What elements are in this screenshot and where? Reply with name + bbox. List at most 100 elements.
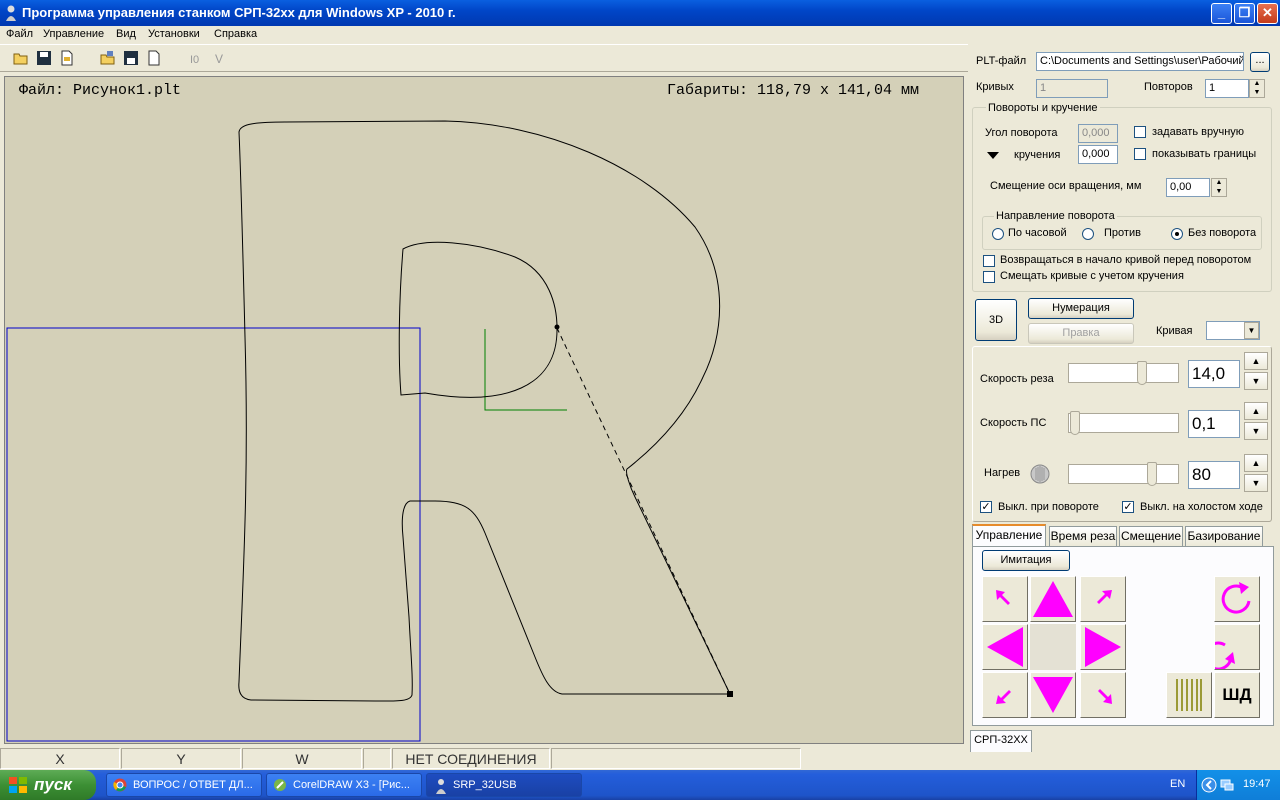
angle-field[interactable]: 0,000 — [1078, 124, 1118, 143]
minimize-button[interactable]: _ — [1211, 3, 1232, 24]
rotate-cw-icon — [1221, 582, 1251, 614]
off-rotate-checkbox[interactable]: ✓ — [980, 501, 992, 513]
cut-speed-spinner[interactable]: ▲ ▼ — [1244, 352, 1268, 390]
curves-label: Кривых — [976, 81, 1014, 93]
menu-settings[interactable]: Установки — [148, 28, 200, 40]
twist-field[interactable]: 0,000 — [1078, 145, 1118, 164]
tab-basing[interactable]: Базирование — [1185, 526, 1263, 546]
status-empty — [363, 748, 391, 769]
offset-spinner[interactable]: ▲ ▼ — [1211, 178, 1227, 197]
jog-down-button[interactable] — [1030, 672, 1076, 718]
task-chrome-label: ВОПРОС / ОТВЕТ ДЛ... — [133, 779, 253, 791]
bounds-checkbox[interactable] — [1134, 148, 1146, 160]
menu-view[interactable]: Вид — [116, 28, 136, 40]
numbering-button[interactable]: Нумерация — [1028, 298, 1134, 319]
network-icon[interactable] — [1219, 777, 1235, 793]
svg-text:V: V — [215, 52, 223, 66]
heat-value[interactable]: 80 — [1188, 461, 1240, 489]
rotate-cw-button[interactable] — [1214, 576, 1260, 622]
app-icon — [6, 5, 16, 21]
shift-curves-label: Смещать кривые с учетом кручения — [1000, 270, 1184, 282]
wire-heat-icon — [1176, 679, 1202, 711]
shift-curves-checkbox[interactable] — [983, 271, 995, 283]
tab-offset[interactable]: Смещение — [1119, 526, 1183, 546]
repeats-spinner[interactable]: ▲ ▼ — [1249, 79, 1265, 98]
heat-indicator-icon — [1030, 464, 1050, 484]
language-indicator[interactable]: EN — [1170, 778, 1185, 790]
status-x: X — [0, 748, 120, 769]
heat-thumb[interactable] — [1147, 462, 1158, 486]
dir-ccw-label: Против — [1104, 227, 1141, 239]
coreldraw-icon — [274, 779, 286, 791]
tab-srp32xx[interactable]: СРП-32XX — [970, 730, 1032, 752]
rotate-ccw-button[interactable] — [1203, 624, 1260, 671]
jog-right-button[interactable] — [1080, 624, 1126, 670]
jog-down-right-button[interactable] — [1080, 672, 1126, 718]
tab-cut-time[interactable]: Время реза — [1049, 526, 1117, 546]
open-multi-icon[interactable] — [99, 49, 117, 67]
triangle-down-icon[interactable] — [987, 152, 999, 160]
dir-none-radio[interactable] — [1171, 228, 1183, 240]
edit-button[interactable]: Правка — [1028, 323, 1134, 344]
imitation-button[interactable]: Имитация — [982, 550, 1070, 571]
close-button[interactable]: ✕ — [1257, 3, 1278, 24]
idle-path-dashed — [556, 327, 731, 695]
save-disk-icon[interactable] — [122, 49, 140, 67]
cut-speed-value[interactable]: 14,0 — [1188, 360, 1240, 388]
system-tray: 19:47 — [1196, 770, 1280, 800]
heat-spinner[interactable]: ▲ ▼ — [1244, 454, 1268, 492]
dir-cw-label: По часовой — [1008, 227, 1067, 239]
export-icon[interactable] — [58, 49, 76, 67]
start-button[interactable]: пуск — [0, 770, 96, 800]
dir-cw-radio[interactable] — [992, 228, 1004, 240]
svg-text:I0: I0 — [190, 54, 199, 66]
jog-up-button[interactable] — [1030, 576, 1076, 622]
maximize-button[interactable]: ❐ — [1234, 3, 1255, 24]
ps-speed-value[interactable]: 0,1 — [1188, 410, 1240, 438]
tray-expand-icon[interactable] — [1201, 777, 1217, 793]
dir-ccw-radio[interactable] — [1082, 228, 1094, 240]
title-bar[interactable]: Программа управления станком СРП-32хх дл… — [0, 0, 1280, 26]
offset-field[interactable]: 0,00 — [1166, 178, 1210, 197]
tab-control[interactable]: Управление — [972, 524, 1046, 546]
task-srp-label: SRP_32USB — [453, 779, 517, 791]
drawing-canvas[interactable]: Файл: Рисунок1.plt Габариты: 118,79 x 14… — [4, 76, 964, 744]
arrow-down-left-icon — [996, 690, 1011, 704]
cut-speed-slider[interactable] — [1068, 361, 1179, 385]
manual-checkbox[interactable] — [1134, 126, 1146, 138]
jog-down-left-button[interactable] — [982, 672, 1028, 718]
open-folder-icon[interactable] — [12, 49, 30, 67]
browse-button[interactable]: ... — [1250, 52, 1270, 72]
stepper-button[interactable]: ШД — [1214, 672, 1260, 718]
ps-speed-spinner[interactable]: ▲ ▼ — [1244, 402, 1268, 440]
save-icon[interactable] — [35, 49, 53, 67]
clock: 19:47 — [1243, 778, 1271, 790]
angle-label: Угол поворота — [985, 127, 1058, 139]
chevron-down-icon[interactable]: ▼ — [1244, 322, 1259, 339]
start-point-marker — [554, 324, 560, 330]
menu-file[interactable]: Файл — [6, 28, 33, 40]
off-idle-checkbox[interactable]: ✓ — [1122, 501, 1134, 513]
new-file-icon[interactable] — [145, 49, 163, 67]
cut-speed-thumb[interactable] — [1137, 361, 1148, 385]
ps-speed-slider[interactable] — [1068, 411, 1179, 435]
plt-path-field[interactable]: C:\Documents and Settings\user\Рабочий — [1036, 52, 1244, 71]
heat-slider[interactable] — [1068, 462, 1179, 486]
v-icon[interactable]: V — [212, 49, 230, 67]
io-icon[interactable]: I0 — [188, 49, 206, 67]
task-srp[interactable]: SRP_32USB — [426, 773, 582, 797]
repeats-field[interactable]: 1 — [1205, 79, 1249, 98]
menu-help[interactable]: Справка — [214, 28, 257, 40]
return-checkbox[interactable] — [983, 255, 995, 267]
heat-wire-button[interactable] — [1166, 672, 1212, 718]
jog-up-right-button[interactable] — [1080, 576, 1126, 622]
twist-label: кручения — [1014, 149, 1061, 161]
task-coreldraw[interactable]: CorelDRAW X3 - [Рис... — [266, 773, 422, 797]
jog-left-button[interactable] — [982, 624, 1028, 670]
menu-control[interactable]: Управление — [43, 28, 104, 40]
3d-button[interactable]: 3D — [975, 299, 1017, 341]
jog-up-left-button[interactable] — [982, 576, 1028, 622]
task-chrome[interactable]: ВОПРОС / ОТВЕТ ДЛ... — [106, 773, 262, 797]
ps-speed-thumb[interactable] — [1070, 411, 1080, 435]
off-idle-label: Выкл. на холостом ходе — [1140, 501, 1263, 513]
